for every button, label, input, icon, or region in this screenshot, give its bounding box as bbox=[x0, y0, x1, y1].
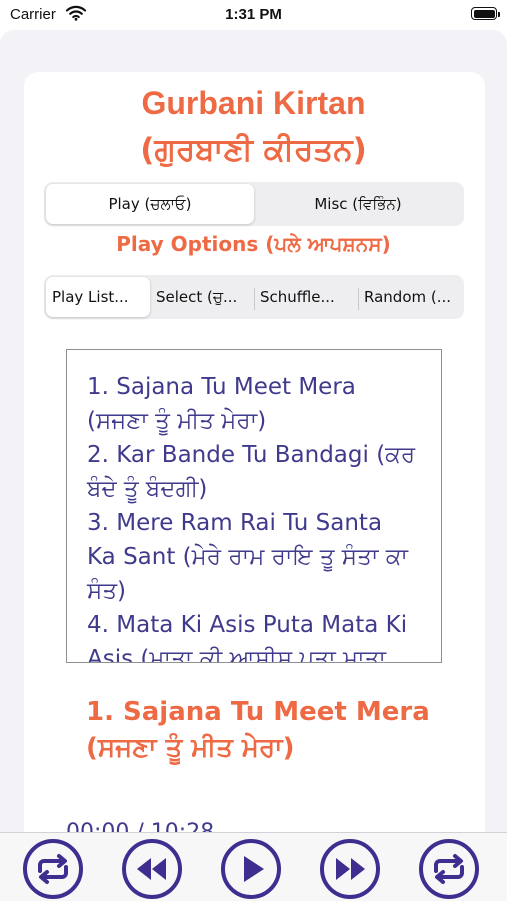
playlist: 1. Sajana Tu Meet Mera (ਸਜਣਾ ਤੂੰ ਮੀਤ ਮੇਰ… bbox=[87, 370, 417, 663]
play-button[interactable] bbox=[220, 838, 282, 900]
now-playing-name: 1. Sajana Tu Meet Mera bbox=[86, 697, 430, 727]
mode-select[interactable]: Select (ਚੁ... bbox=[150, 277, 254, 317]
list-item: 4. Mata Ki Asis Puta Mata Ki Asis (ਮਾਤਾ … bbox=[87, 612, 408, 663]
app-title: Gurbani Kirtan bbox=[141, 85, 366, 121]
play-options-heading: Play Options (ਪਲੇ ਆਪਸ਼ਨਸ) bbox=[116, 232, 391, 256]
rewind-icon bbox=[122, 839, 182, 899]
repeat-button[interactable] bbox=[22, 838, 84, 900]
list-item: 3. Mere Ram Rai Tu Santa Ka Sant (ਮੇਰੇ ਰ… bbox=[87, 510, 409, 604]
status-bar: Carrier 1:31 PM bbox=[0, 0, 507, 30]
battery-icon bbox=[471, 7, 500, 20]
mode-play-list[interactable]: Play List... bbox=[46, 277, 150, 317]
rewind-button[interactable] bbox=[121, 838, 183, 900]
fast-forward-icon bbox=[320, 839, 380, 899]
app-subtitle: (ਗੁਰਬਾਣੀ ਕੀਰਤਨ) bbox=[140, 132, 367, 168]
mode-schuffle[interactable]: Schuffle... bbox=[254, 277, 358, 317]
now-playing-gurmukhi: (ਸਜਣਾ ਤੂੰ ਮੀਤ ਮੇਰਾ) bbox=[86, 733, 295, 763]
playback-controls bbox=[0, 832, 507, 901]
clock: 1:31 PM bbox=[225, 6, 282, 23]
list-item: 2. Kar Bande Tu Bandagi (ਕਰ ਬੰਦੇ ਤੂੰ ਬੰਦ… bbox=[87, 442, 416, 502]
main-tab-control: Play (ਚਲਾਓ) Misc (ਵਿਭਿੰਨ) bbox=[44, 182, 464, 226]
tab-play[interactable]: Play (ਚਲਾਓ) bbox=[46, 184, 254, 224]
repeat-icon bbox=[419, 839, 479, 899]
tab-misc[interactable]: Misc (ਵਿਭਿੰਨ) bbox=[254, 184, 462, 224]
playlist-textbox[interactable]: 1. Sajana Tu Meet Mera (ਸਜਣਾ ਤੂੰ ਮੀਤ ਮੇਰ… bbox=[66, 349, 442, 663]
list-item: 1. Sajana Tu Meet Mera (ਸਜਣਾ ਤੂੰ ਮੀਤ ਮੇਰ… bbox=[87, 374, 356, 434]
now-playing-title: 1. Sajana Tu Meet Mera (ਸਜਣਾ ਤੂੰ ਮੀਤ ਮੇਰ… bbox=[86, 694, 486, 766]
repeat-icon bbox=[23, 839, 83, 899]
play-mode-control: Play List... Select (ਚੁ... Schuffle... R… bbox=[44, 275, 464, 319]
play-icon bbox=[221, 839, 281, 899]
shuffle-button[interactable] bbox=[418, 838, 480, 900]
mode-random[interactable]: Random (... bbox=[358, 277, 462, 317]
fast-forward-button[interactable] bbox=[319, 838, 381, 900]
